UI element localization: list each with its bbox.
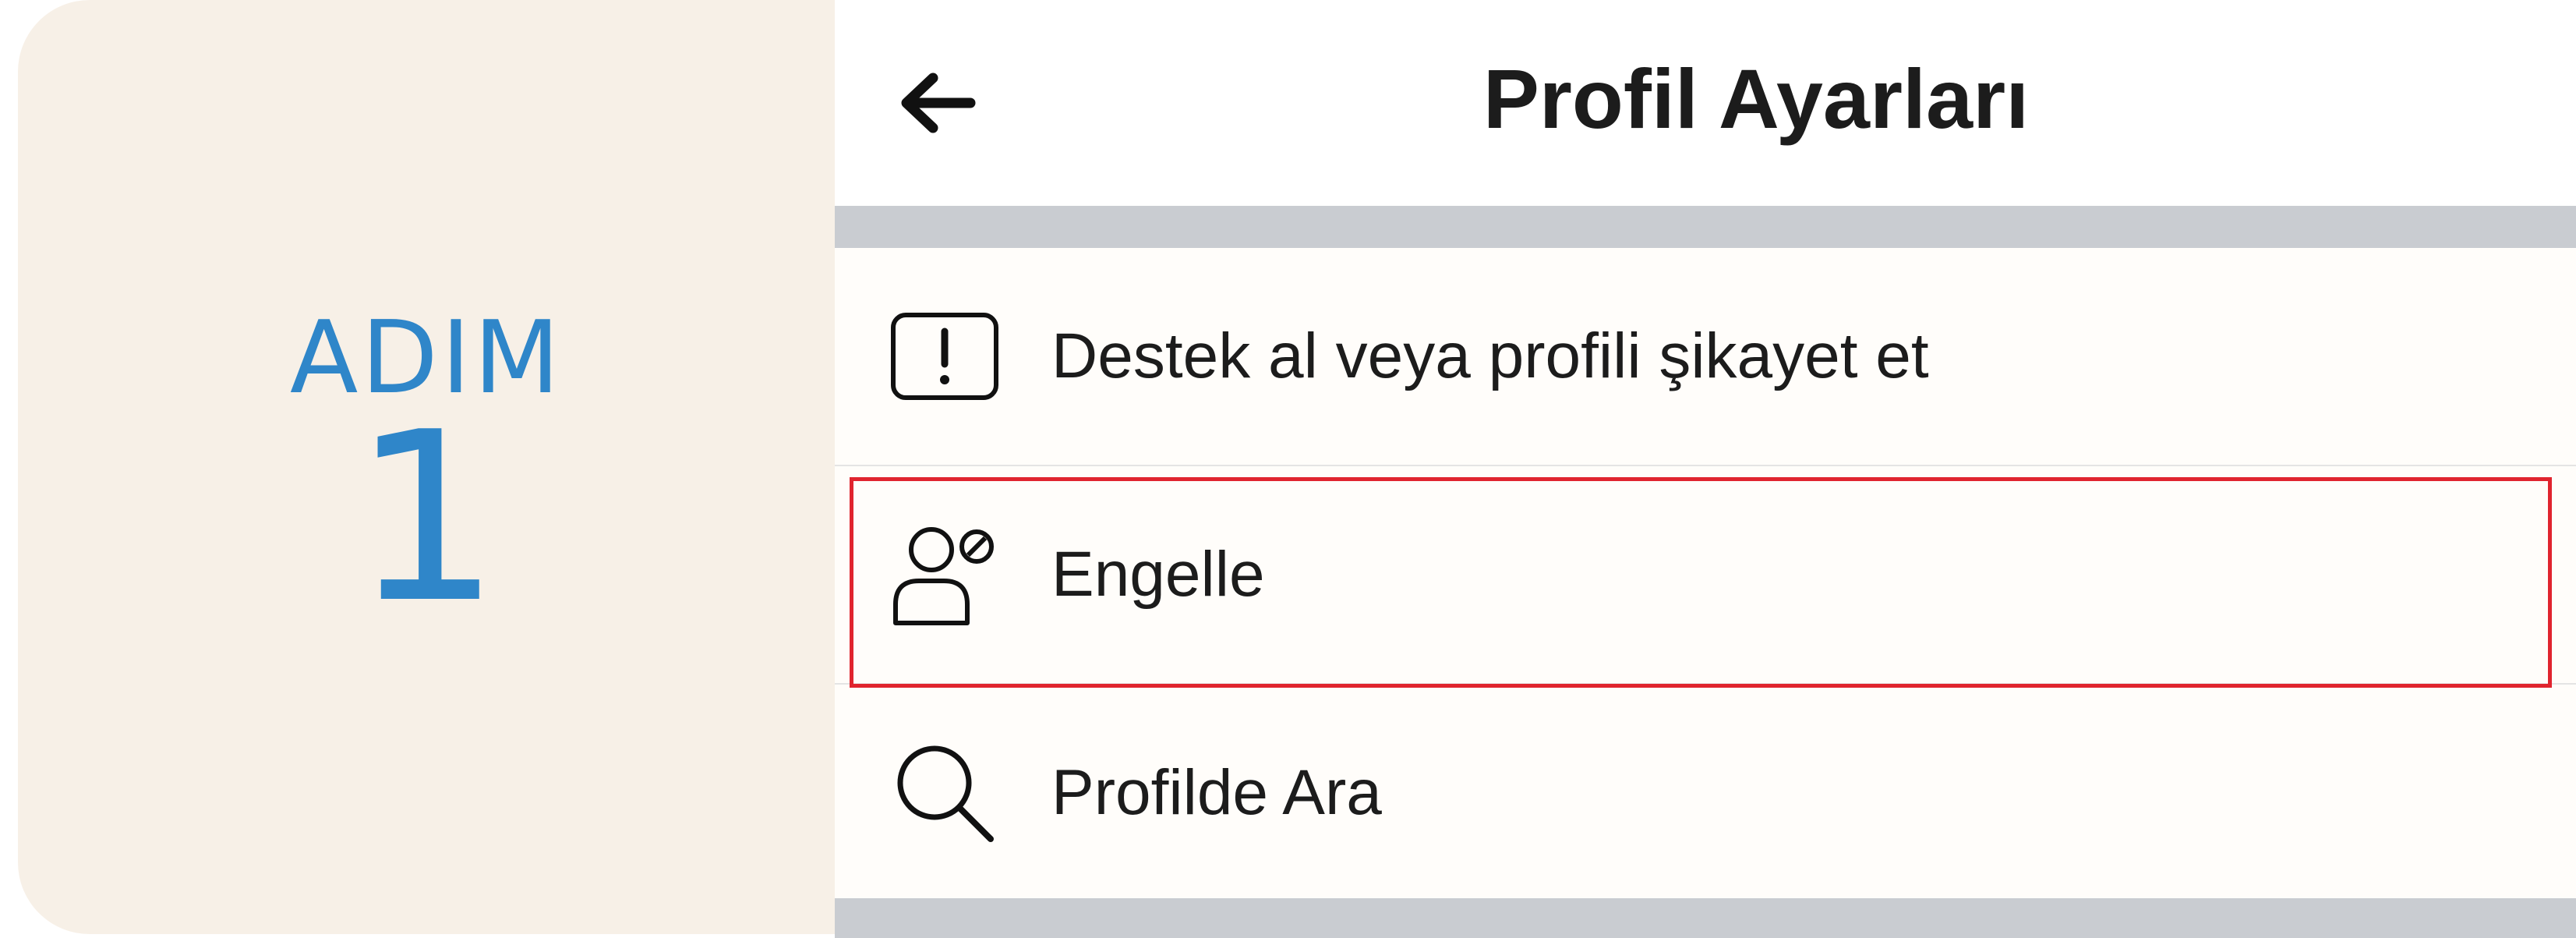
section-divider-bottom	[835, 898, 2576, 938]
menu-item-label: Destek al veya profili şikayet et	[1051, 320, 1929, 391]
section-divider-top	[835, 206, 2576, 248]
profile-settings-screen: Profil Ayarları Destek al veya profili ş…	[835, 0, 2576, 938]
settings-menu: Destek al veya profili şikayet et Engell…	[835, 248, 2576, 901]
page-title: Profil Ayarları	[1482, 51, 2030, 146]
menu-item-label: Engelle	[1051, 539, 1265, 610]
tutorial-frame: ADIM 1 Profil Ayarları Destek al veya pr…	[0, 0, 2576, 938]
block-user-icon	[886, 516, 1003, 633]
step-number: 1	[352, 382, 501, 654]
menu-item-block[interactable]: Engelle	[835, 465, 2576, 683]
search-icon	[886, 734, 1003, 851]
report-exclamation-icon	[886, 298, 1003, 415]
menu-item-report[interactable]: Destek al veya profili şikayet et	[835, 248, 2576, 465]
menu-item-search-profile[interactable]: Profilde Ara	[835, 683, 2576, 901]
top-bar: Profil Ayarları	[835, 0, 2576, 206]
menu-item-label: Profilde Ara	[1051, 757, 1382, 828]
